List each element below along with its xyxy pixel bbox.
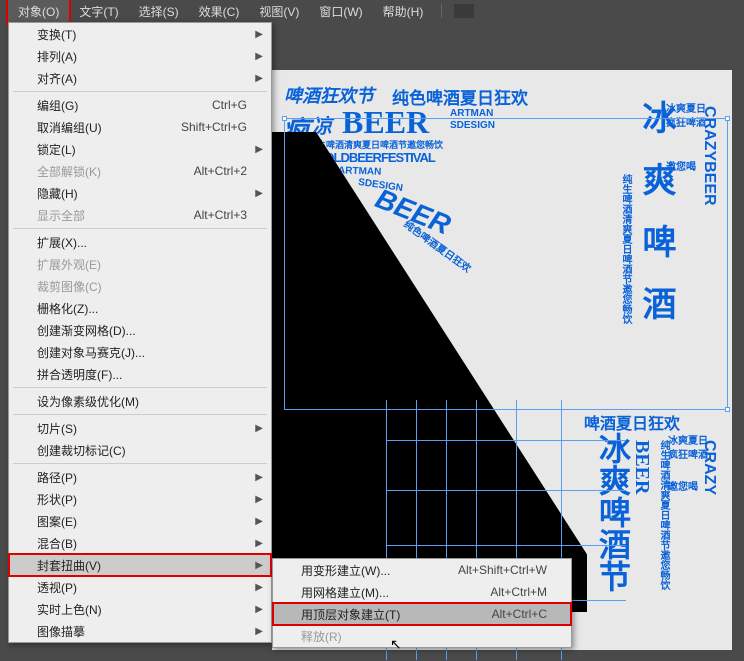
submenu-arrow-icon: ▶ — [255, 604, 263, 615]
submenu-arrow-icon: ▶ — [255, 472, 263, 483]
menu-view[interactable]: 视图(V) — [249, 0, 309, 23]
handle[interactable] — [282, 116, 287, 121]
menu-item[interactable]: 切片(S)▶ — [9, 417, 271, 439]
menu-help[interactable]: 帮助(H) — [373, 0, 434, 23]
submenu-arrow-icon: ▶ — [255, 516, 263, 527]
menu-item[interactable]: 排列(A)▶ — [9, 45, 271, 67]
submenu-arrow-icon: ▶ — [255, 144, 263, 155]
text: CRAZY — [700, 440, 718, 495]
menu-separator — [13, 228, 267, 229]
menu-item: 扩展外观(E) — [9, 253, 271, 275]
menu-effect[interactable]: 效果(C) — [189, 0, 250, 23]
menu-item[interactable]: 创建对象马赛克(J)... — [9, 341, 271, 363]
handle[interactable] — [725, 407, 730, 412]
menu-item[interactable]: 透视(P)▶ — [9, 576, 271, 598]
menu-item[interactable]: 隐藏(H)▶ — [9, 182, 271, 204]
submenu-arrow-icon: ▶ — [255, 560, 263, 571]
menu-item[interactable]: 栅格化(Z)... — [9, 297, 271, 319]
submenu-item[interactable]: 用变形建立(W)...Alt+Shift+Ctrl+W — [273, 559, 571, 581]
menu-item[interactable]: 路径(P)▶ — [9, 466, 271, 488]
control-dropdown[interactable] — [454, 4, 474, 18]
handle[interactable] — [725, 116, 730, 121]
menu-item: 显示全部Alt+Ctrl+3 — [9, 204, 271, 226]
submenu-arrow-icon: ▶ — [255, 73, 263, 84]
selection-outline — [284, 118, 728, 410]
text: BEER — [630, 440, 653, 494]
menu-item[interactable]: 扩展(X)... — [9, 231, 271, 253]
submenu-arrow-icon: ▶ — [255, 423, 263, 434]
menu-type[interactable]: 文字(T) — [69, 0, 128, 23]
menubar-divider — [441, 4, 442, 18]
menu-item: 裁剪图像(C) — [9, 275, 271, 297]
menu-item[interactable]: 取消编组(U)Shift+Ctrl+G — [9, 116, 271, 138]
submenu-arrow-icon: ▶ — [255, 538, 263, 549]
text: 纯生啤酒清爽夏日啤酒节邀您畅饮 — [656, 440, 671, 590]
submenu-arrow-icon: ▶ — [255, 29, 263, 40]
menu-item[interactable]: 创建渐变网格(D)... — [9, 319, 271, 341]
submenu-arrow-icon: ▶ — [255, 188, 263, 199]
menu-item[interactable]: 封套扭曲(V)▶ — [9, 554, 271, 576]
submenu-item[interactable]: 用网格建立(M)...Alt+Ctrl+M — [273, 581, 571, 603]
menu-item: 全部解锁(K)Alt+Ctrl+2 — [9, 160, 271, 182]
menu-item[interactable]: 设为像素级优化(M) — [9, 390, 271, 412]
submenu-item[interactable]: 用顶层对象建立(T)Alt+Ctrl+C — [273, 603, 571, 625]
menu-window[interactable]: 窗口(W) — [309, 0, 372, 23]
submenu-item: 释放(R) — [273, 625, 571, 647]
menu-item[interactable]: 锁定(L)▶ — [9, 138, 271, 160]
menu-object[interactable]: 对象(O) — [8, 0, 69, 23]
menu-select[interactable]: 选择(S) — [129, 0, 189, 23]
menu-item[interactable]: 对齐(A)▶ — [9, 67, 271, 89]
menu-separator — [13, 387, 267, 388]
menu-separator — [13, 463, 267, 464]
menubar: 对象(O) 文字(T) 选择(S) 效果(C) 视图(V) 窗口(W) 帮助(H… — [0, 0, 744, 22]
submenu-arrow-icon: ▶ — [255, 582, 263, 593]
menu-item[interactable]: 实时上色(N)▶ — [9, 598, 271, 620]
menu-separator — [13, 414, 267, 415]
envelope-distort-submenu: 用变形建立(W)...Alt+Shift+Ctrl+W用网格建立(M)...Al… — [272, 558, 572, 648]
menu-item[interactable]: 混合(B)▶ — [9, 532, 271, 554]
submenu-arrow-icon: ▶ — [255, 626, 263, 637]
menu-item[interactable]: 变换(T)▶ — [9, 23, 271, 45]
menu-item[interactable]: 拼合透明度(F)... — [9, 363, 271, 385]
menu-item[interactable]: 形状(P)▶ — [9, 488, 271, 510]
object-menu: 变换(T)▶排列(A)▶对齐(A)▶ 编组(G)Ctrl+G取消编组(U)Shif… — [8, 22, 272, 643]
submenu-arrow-icon: ▶ — [255, 494, 263, 505]
menu-item[interactable]: 编组(G)Ctrl+G — [9, 94, 271, 116]
menu-separator — [13, 91, 267, 92]
menu-item[interactable]: 创建裁切标记(C) — [9, 439, 271, 461]
text: 邀您喝 — [668, 478, 698, 493]
submenu-arrow-icon: ▶ — [255, 51, 263, 62]
menu-item[interactable]: 图像描摹▶ — [9, 620, 271, 642]
menu-item[interactable]: 图案(E)▶ — [9, 510, 271, 532]
